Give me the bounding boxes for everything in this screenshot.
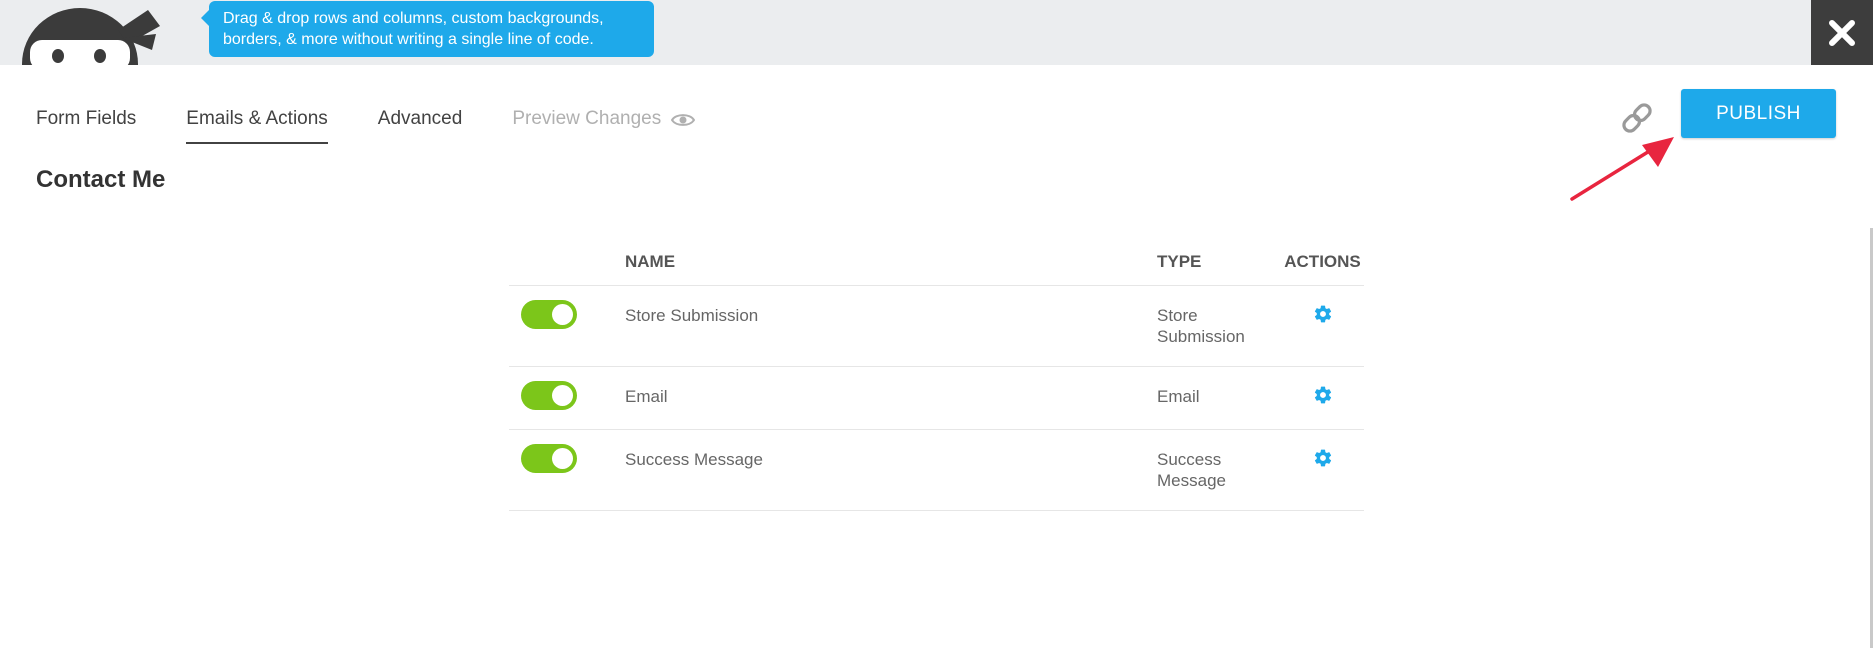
tab-preview-changes[interactable]: Preview Changes	[512, 108, 696, 142]
tip-line-2: borders, & more without writing a single…	[223, 31, 594, 48]
form-title: Contact Me	[36, 166, 166, 193]
link-icon	[1622, 103, 1652, 133]
actions-column-header: ACTIONS	[1281, 240, 1364, 286]
enable-toggle[interactable]	[521, 300, 577, 329]
table-row: Store Submission Store Submission	[509, 285, 1364, 367]
toggle-knob	[552, 448, 573, 469]
publish-button[interactable]: PUBLISH	[1681, 89, 1836, 138]
eye-icon	[671, 114, 696, 126]
action-type-line-1: Success	[1157, 450, 1222, 469]
table-row: Success Message Success Message	[509, 429, 1364, 511]
action-type-line-1: Store	[1157, 306, 1198, 325]
action-name: Store Submission	[625, 285, 1157, 367]
tab-preview-changes-label: Preview Changes	[512, 108, 662, 129]
table-row: Email Email	[509, 366, 1364, 430]
action-type: Email	[1157, 366, 1281, 430]
annotation-arrow	[1570, 137, 1674, 201]
tip-tooltip: Drag & drop rows and columns, custom bac…	[201, 1, 654, 57]
action-type-line-2: Submission	[1157, 327, 1245, 346]
action-name: Success Message	[625, 429, 1157, 511]
copy-link-button[interactable]	[1617, 98, 1657, 138]
gear-icon[interactable]	[1313, 385, 1333, 405]
enable-toggle[interactable]	[521, 381, 577, 410]
tab-advanced[interactable]: Advanced	[378, 108, 463, 142]
tab-form-fields[interactable]: Form Fields	[36, 108, 136, 142]
action-type-line-1: Email	[1157, 387, 1200, 406]
action-name: Email	[625, 366, 1157, 430]
tab-bar: Form Fields Emails & Actions Advanced Pr…	[36, 108, 745, 144]
gear-icon[interactable]	[1313, 448, 1333, 468]
enable-toggle[interactable]	[521, 444, 577, 473]
action-type-line-2: Message	[1157, 471, 1226, 490]
toggle-knob	[552, 304, 573, 325]
name-column-header: NAME	[625, 240, 1157, 286]
ninja-mascot-icon	[10, 0, 160, 65]
actions-table: NAME TYPE ACTIONS Store Submission Store…	[509, 240, 1364, 511]
gear-icon[interactable]	[1313, 304, 1333, 324]
type-column-header: TYPE	[1157, 240, 1281, 286]
close-button[interactable]	[1811, 0, 1873, 65]
toggle-column-header	[509, 240, 625, 286]
action-type: Success Message	[1157, 429, 1281, 511]
table-header-row: NAME TYPE ACTIONS	[509, 240, 1364, 286]
tab-emails-actions[interactable]: Emails & Actions	[186, 108, 328, 144]
top-banner: Drag & drop rows and columns, custom bac…	[0, 0, 1873, 65]
tip-line-1: Drag & drop rows and columns, custom bac…	[223, 10, 604, 27]
close-icon	[1829, 19, 1855, 46]
action-type: Store Submission	[1157, 285, 1281, 367]
toggle-knob	[552, 385, 573, 406]
